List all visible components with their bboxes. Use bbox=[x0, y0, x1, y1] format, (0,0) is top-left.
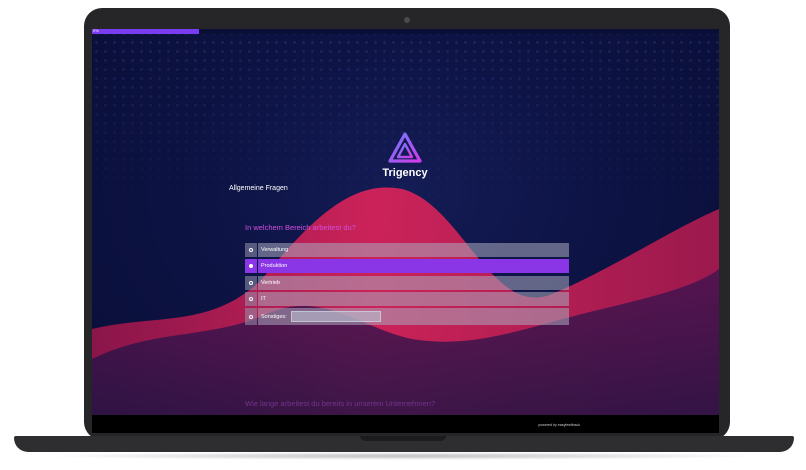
progress-bar-fill bbox=[92, 29, 199, 34]
triangle-logo-icon bbox=[388, 132, 422, 163]
question-text: In welchem Bereich arbeitest du? bbox=[245, 223, 356, 232]
option-verwaltung[interactable]: Verwaltung bbox=[245, 243, 569, 257]
brand-name: Trigency bbox=[382, 167, 428, 179]
other-text-input[interactable] bbox=[290, 311, 381, 323]
webcam-icon bbox=[404, 17, 410, 23]
footer-bar: powered by easyfeedback bbox=[92, 415, 719, 433]
option-label: Produktion bbox=[261, 263, 288, 270]
powered-by-link[interactable]: powered by easyfeedback bbox=[92, 423, 580, 427]
radio-icon[interactable] bbox=[245, 275, 257, 290]
progress-label: 0% bbox=[93, 29, 99, 33]
option-sonstiges[interactable]: Sonstiges: bbox=[245, 308, 569, 326]
option-label: IT bbox=[261, 295, 266, 302]
radio-icon[interactable] bbox=[245, 259, 257, 274]
laptop-shadow bbox=[40, 452, 766, 460]
option-it[interactable]: IT bbox=[245, 291, 569, 306]
option-label: Verwaltung bbox=[261, 247, 289, 253]
section-title: Allgemeine Fragen bbox=[229, 185, 288, 192]
option-produktion[interactable]: Produktion bbox=[245, 259, 569, 274]
radio-icon[interactable] bbox=[245, 243, 257, 257]
progress-bar: 0% bbox=[92, 29, 719, 34]
option-vertrieb[interactable]: Vertrieb bbox=[245, 275, 569, 290]
option-label: Vertrieb bbox=[261, 279, 280, 286]
laptop-base-notch bbox=[360, 436, 446, 441]
radio-icon[interactable] bbox=[245, 308, 257, 326]
wave-background bbox=[92, 187, 719, 433]
next-question-text: Wie lange arbeitest du bereits in unsere… bbox=[245, 399, 436, 408]
survey-screen: 0% Trigency Allgemeine Fragen In welchem… bbox=[92, 29, 719, 433]
radio-icon[interactable] bbox=[245, 291, 257, 306]
option-label: Sonstiges: bbox=[261, 313, 287, 320]
answer-options: Verwaltung Produktion Vertrieb IT Sonsti… bbox=[245, 243, 569, 327]
